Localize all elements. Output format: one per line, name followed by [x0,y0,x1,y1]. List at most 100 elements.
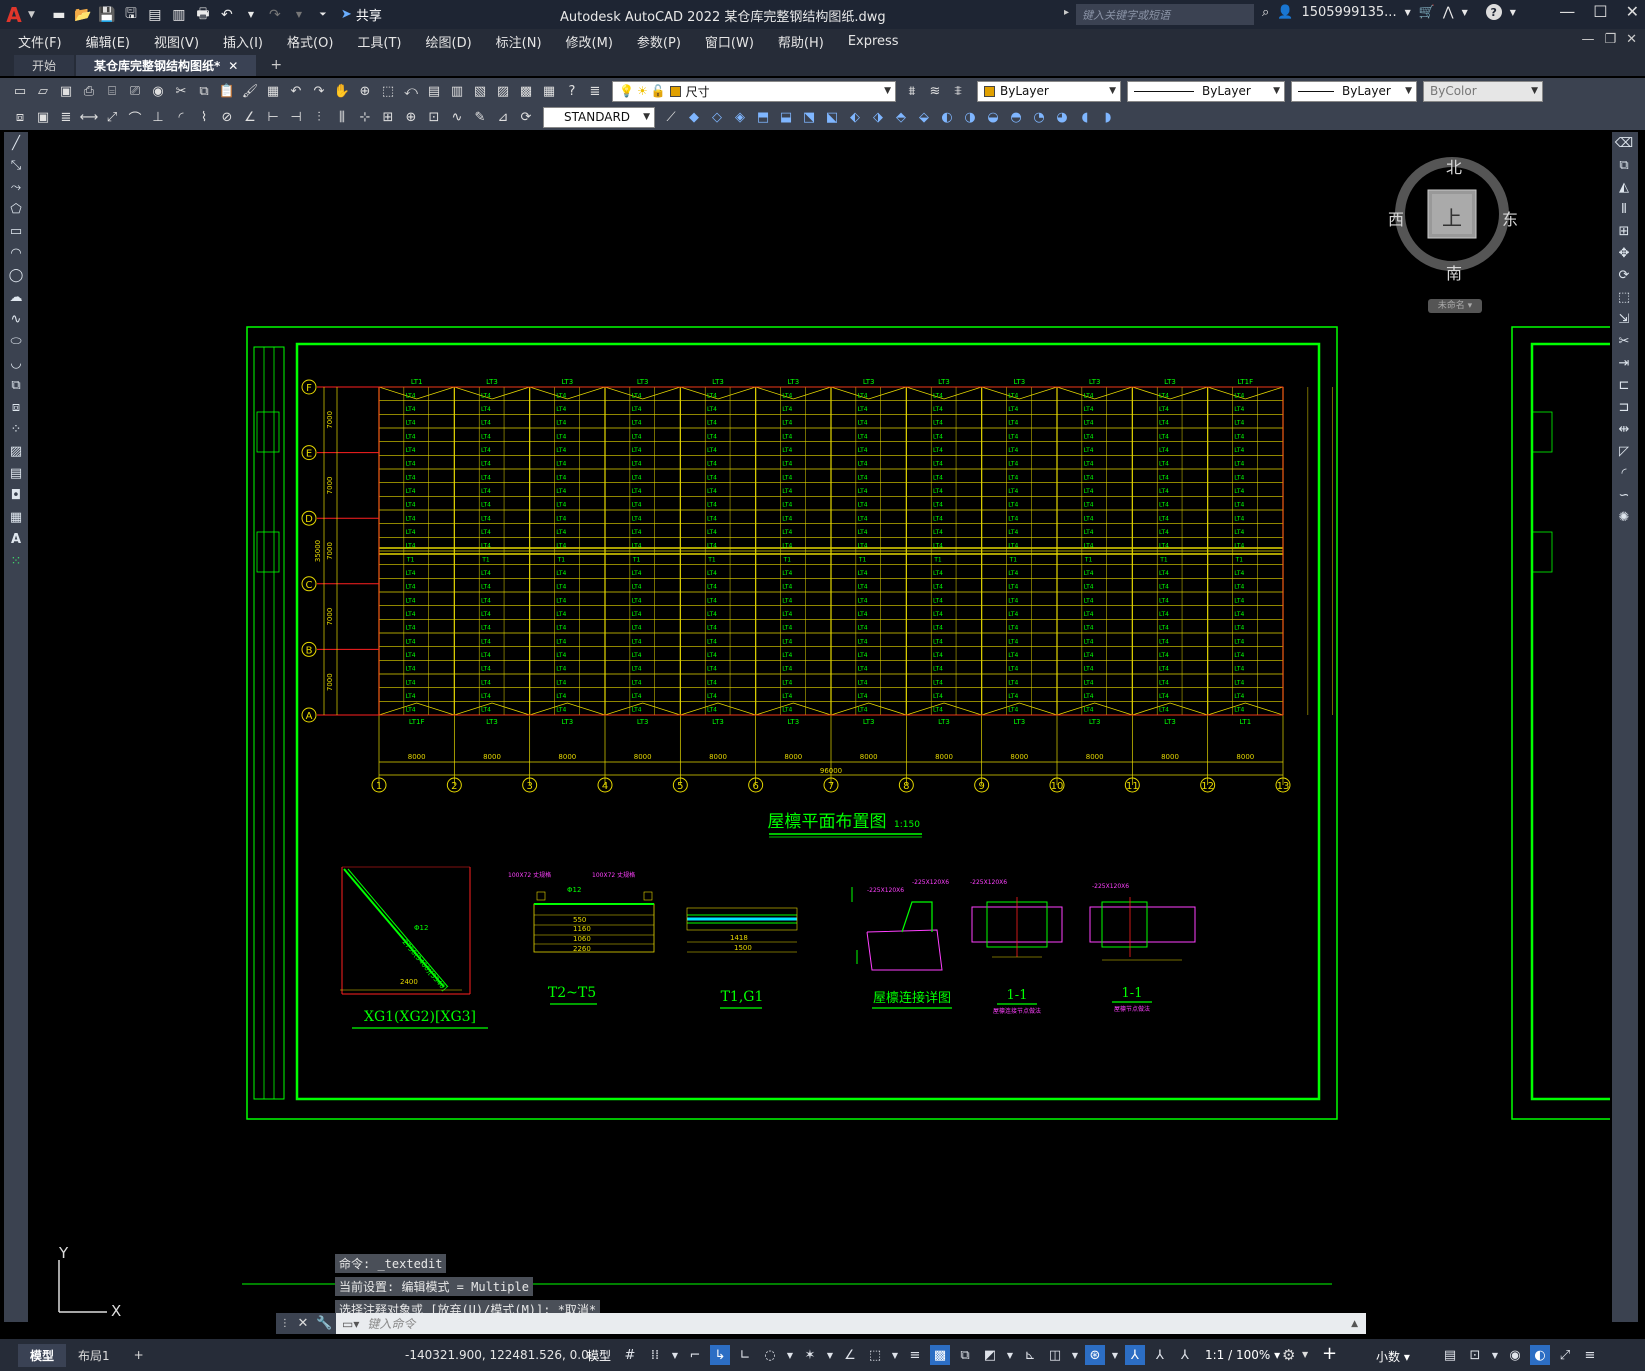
break-icon[interactable]: ⊐ [1612,396,1636,418]
dim-break-icon[interactable]: ⊹ [355,107,375,127]
offset-icon[interactable]: ⫴ [1612,198,1636,220]
autodesk-a360-icon[interactable]: ⋀ [1443,5,1454,20]
array-icon[interactable]: ⊞ [1612,220,1636,242]
viewcube[interactable]: 北 南 西 东 上 未命名 ▾ [1388,144,1518,324]
break-at-point-icon[interactable]: ⊏ [1612,374,1636,396]
filter-dropdown-icon[interactable]: ▼ [1070,1345,1080,1365]
gizmo-icon[interactable]: ⊛ [1085,1345,1105,1365]
copy-face-icon[interactable]: ⬘ [891,107,911,127]
save-icon[interactable]: 💾 [97,5,117,25]
plotstyle-dropdown[interactable]: ByColor ▼ [1423,80,1543,102]
settings-gear-icon[interactable]: ⚙ [1282,1346,1295,1364]
3d-osnap-icon[interactable]: ◩ [980,1345,1000,1365]
user-avatar-icon[interactable]: 👤 [1277,5,1293,20]
sheet-set-icon[interactable]: ▨ [493,81,513,101]
command-input[interactable]: 键入命令 [359,1315,415,1332]
design-center-icon[interactable]: ◉ [148,81,168,101]
paste-icon[interactable]: 📋 [217,81,237,101]
aligned-dim-icon[interactable]: ⤢ [102,107,122,127]
rotate-face-icon[interactable]: ⬖ [845,107,865,127]
layout1-tab[interactable]: 布局1 [66,1344,122,1367]
open-icon[interactable]: ▱ [33,81,53,101]
erase-icon[interactable]: ⌫ [1612,132,1636,154]
line-icon[interactable]: ╱ [4,132,28,154]
delete-face-icon[interactable]: ⬕ [822,107,842,127]
new-file-icon[interactable]: ▬ [49,5,69,25]
taper-face-icon[interactable]: ⬗ [868,107,888,127]
copy-object-icon[interactable]: ⧉ [1612,154,1636,176]
check-icon[interactable]: ◔ [1029,107,1049,127]
command-close-icon[interactable]: ✕ [297,1316,308,1331]
hatch-icon[interactable]: ▨ [4,440,28,462]
design-center2-icon[interactable]: ▥ [447,81,467,101]
zoom-realtime-icon[interactable]: ⊕ [355,81,375,101]
tab-drawing[interactable]: 某仓库完整钢结构图纸* ✕ [76,55,257,76]
selection-filter-icon[interactable]: ◫ [1045,1345,1065,1365]
spline-icon[interactable]: ∿ [4,308,28,330]
units-dropdown[interactable]: 小数 ▾ [1376,1348,1410,1365]
autocad-logo-icon[interactable]: A [0,0,28,29]
region-icon[interactable]: ◘ [4,484,28,506]
dim-update-icon[interactable]: ⟳ [516,107,536,127]
layer-on-icon[interactable]: 💡 [619,84,634,98]
annotation-visibility-icon[interactable]: ⅄ [1125,1345,1145,1365]
jogged-dim-icon[interactable]: ⌇ [194,107,214,127]
separate-icon[interactable]: ◒ [983,107,1003,127]
polar-dropdown-icon[interactable]: ▼ [785,1345,795,1365]
layer-tools-icon[interactable]: ≣ [56,107,76,127]
plot-icon[interactable]: 🖶 [193,5,213,25]
add-layout-plus-icon[interactable]: + [122,1345,156,1365]
open-file-icon[interactable]: 📂 [73,5,93,25]
shell-icon[interactable]: ◓ [1006,107,1026,127]
viewcube-south[interactable]: 南 [1446,260,1462,284]
app-menu-chevron-icon[interactable]: ▼ [28,10,35,20]
viewcube-north[interactable]: 北 [1446,154,1462,178]
move-face-icon[interactable]: ⬓ [776,107,796,127]
properties-icon[interactable]: ▤ [424,81,444,101]
annotation-scale-dropdown[interactable]: 1:1 / 100% ▾ [1205,1348,1280,1362]
search-expand-chevron-icon[interactable]: ▸ [1064,7,1069,18]
block-editor-icon[interactable]: ▦ [263,81,283,101]
polygon-icon[interactable]: ⬠ [4,198,28,220]
tool-palettes-icon[interactable]: ▧ [470,81,490,101]
web-save-icon[interactable]: ▥ [169,5,189,25]
osnap-dropdown-icon[interactable]: ▼ [890,1345,900,1365]
annotation-monitor-icon[interactable]: + [1322,1343,1337,1364]
layer-freeze-icon[interactable]: ☀ [637,84,648,98]
menu-tools[interactable]: 工具(T) [357,32,401,51]
command-line[interactable]: ⋮ ✕ 🔧 ▭▾ 键入命令 ▲ [276,1313,1366,1334]
menu-parametric[interactable]: 参数(P) [637,32,681,51]
isolate-objects-icon[interactable]: ◉ [1505,1345,1525,1365]
minimize-icon[interactable]: — [1559,2,1575,21]
object-snap-tracking-icon[interactable]: ∠ [840,1345,860,1365]
quick-dim-icon[interactable]: ⊢ [263,107,283,127]
drawing-canvas[interactable]: LT4 LT4 LT4 LT4 LT4 LT4 LT4 LT4 LT4 LT4 LT4 LT4 T1 LT… [32,132,1610,1328]
save-tb-icon[interactable]: ▣ [56,81,76,101]
customization-icon[interactable]: ≡ [1580,1345,1600,1365]
tab-close-icon[interactable]: ✕ [228,59,238,73]
menu-edit[interactable]: 编辑(E) [86,32,130,51]
multiline-text-icon[interactable]: A [4,528,28,550]
cut-icon[interactable]: ✂ [171,81,191,101]
publish-icon[interactable]: ⎚ [125,81,145,101]
polar-tracking-icon[interactable]: ◌ [760,1345,780,1365]
help-dropdown-icon[interactable]: ▼ [1510,8,1516,17]
table-icon[interactable]: ▦ [4,506,28,528]
baseline-dim-icon[interactable]: ⊣ [286,107,306,127]
lock-ui-icon[interactable]: ⊡ [1465,1345,1485,1365]
dim-style-icon[interactable]: ▣ [33,107,53,127]
dim-style-dropdown[interactable]: STANDARD ▼ [543,106,655,128]
make-current-layer-icon[interactable]: ⩩ [902,81,922,101]
menu-file[interactable]: 文件(F) [18,32,62,51]
layer-lock-icon[interactable]: 🔓 [651,84,666,98]
tolerance-icon[interactable]: ⊞ [378,107,398,127]
insert-block-left-icon[interactable]: ⧉ [4,374,28,396]
menu-view[interactable]: 视图(V) [154,32,199,51]
offset-face-icon[interactable]: ⬔ [799,107,819,127]
keyword-search-input[interactable]: 键入关键字或短语 [1076,4,1254,25]
gradient-icon[interactable]: ▤ [4,462,28,484]
command-customize-icon[interactable]: 🔧 [316,1316,332,1331]
extrude-face-icon[interactable]: ⬒ [753,107,773,127]
object-snap-icon[interactable]: ⬚ [865,1345,885,1365]
subtract-icon[interactable]: ◇ [707,107,727,127]
